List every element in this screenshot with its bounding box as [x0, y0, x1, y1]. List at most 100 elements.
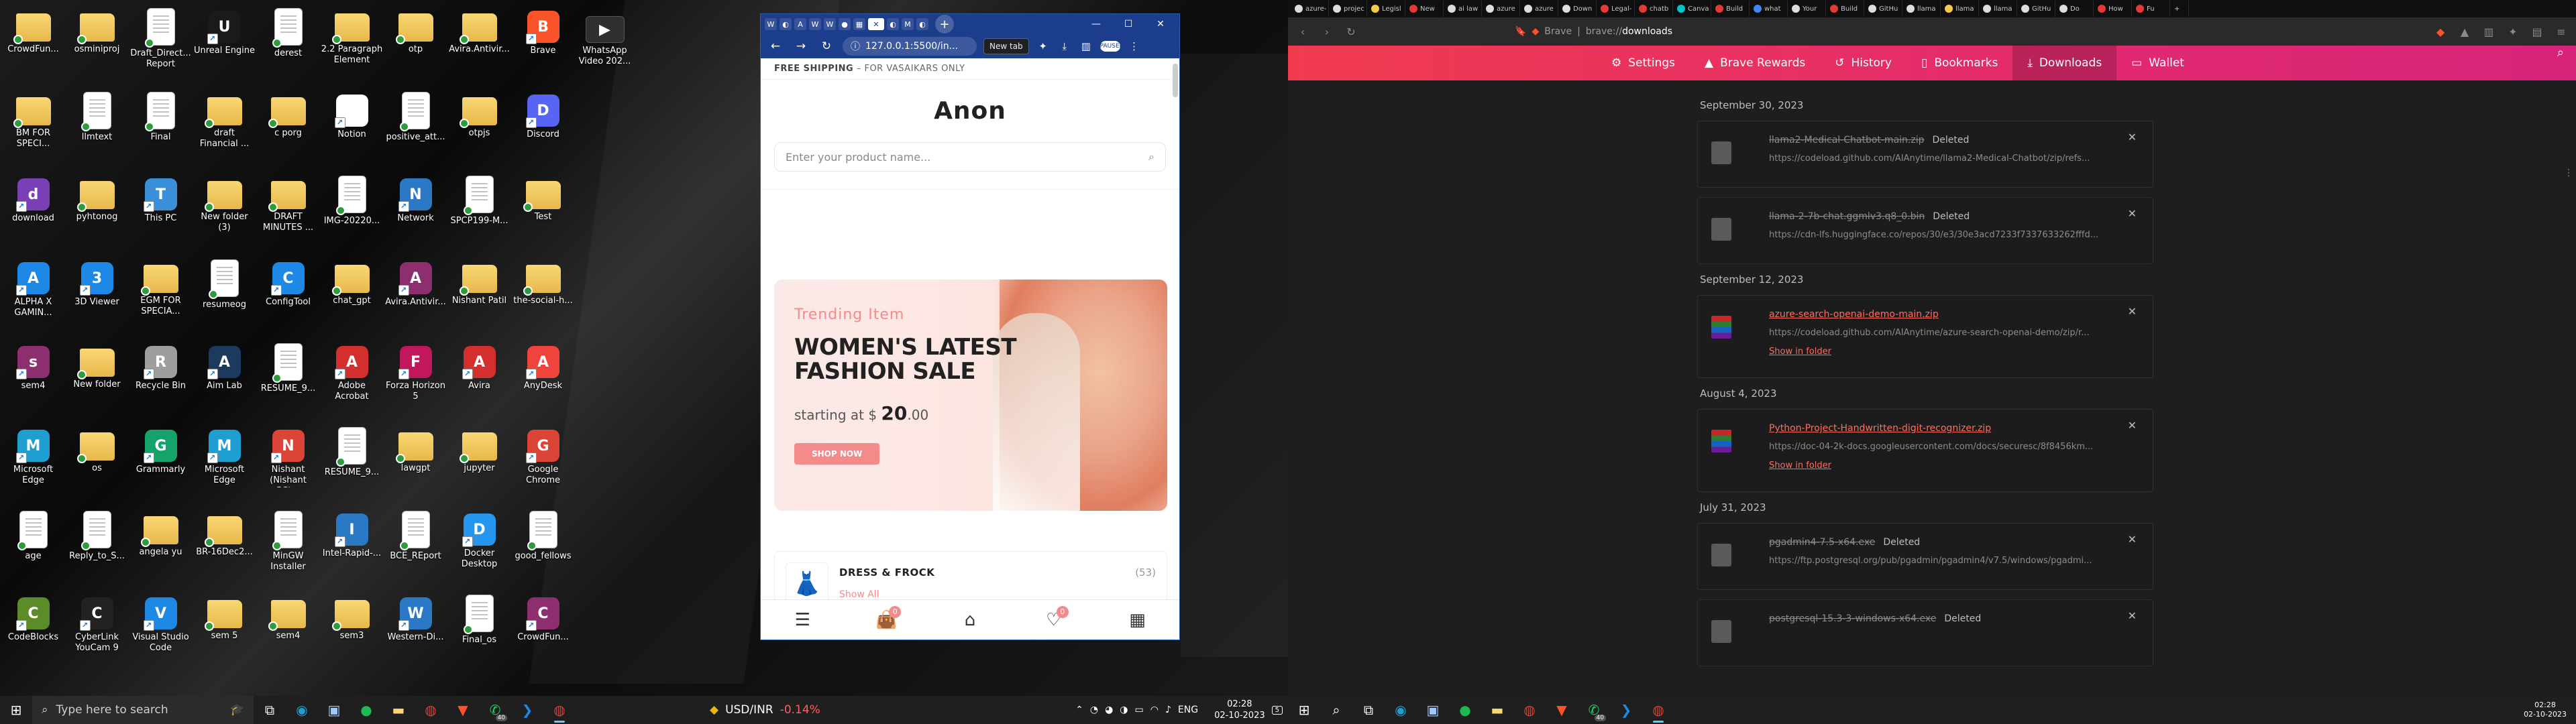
download-item[interactable]: pgadmin4-7.5-x64.exe Deleted https://ftp.p… [1697, 523, 2153, 590]
edge-icon[interactable]: ◉ [1385, 696, 1417, 724]
clock[interactable]: 02:28 02-10-2023 [1214, 699, 1265, 721]
menu-icon[interactable]: ≡ [2553, 25, 2569, 38]
browser-tab[interactable]: Build [1711, 1, 1750, 17]
desktop-icon[interactable]: M ↗ Microsoft Edge [1, 422, 65, 505]
edge-icon[interactable]: ◉ [286, 696, 318, 724]
desktop-icon[interactable]: A ↗ ALPHA X GAMIN... [1, 254, 65, 338]
desktop-icon[interactable]: RESUME_9... [320, 422, 384, 505]
sidebar-icon[interactable]: ▥ [2481, 25, 2497, 38]
download-item[interactable]: Python-Project-Handwritten-digit-recogni… [1697, 409, 2153, 492]
browser-window-small[interactable]: W ◐ A W W ● ▦ ✕ ◐ M ◐ + — ☐ ✕ ← → ↻ ⓘ 12… [760, 13, 1180, 640]
spotify-icon[interactable]: ● [1449, 696, 1481, 724]
chrome-window-icon[interactable]: ◍ [543, 696, 576, 724]
desktop-icon[interactable]: sem3 [320, 589, 384, 673]
grid-icon[interactable]: ▦ [1124, 610, 1151, 630]
whatsapp-icon[interactable]: ✆ 40 [1578, 696, 1610, 724]
close-icon[interactable]: ✕ [2128, 305, 2137, 318]
nav-item-bookmarks[interactable]: ▯ Bookmarks [1907, 46, 2012, 80]
tab-github3[interactable]: ◐ [916, 18, 928, 30]
url-field[interactable]: ⓘ 127.0.0.1:5500/in... [843, 37, 977, 56]
tray-app-icon[interactable]: ◔ [1090, 705, 1098, 715]
spotify-icon[interactable]: ● [350, 696, 382, 724]
desktop-icon[interactable]: IMG-20220... [320, 170, 384, 254]
search-icon[interactable]: ⌕ [1148, 150, 1155, 164]
menu-icon[interactable]: ☰ [789, 610, 816, 630]
language-indicator[interactable]: ENG [1178, 705, 1198, 715]
desktop-icon[interactable]: R ↗ Recycle Bin [129, 338, 193, 422]
desktop-icon[interactable]: A ↗ Avira.Antivir... [384, 254, 447, 338]
nav-item-settings[interactable]: ⚙ Settings [1597, 46, 1690, 80]
desktop-icon[interactable]: Avira.Antivir... [447, 3, 511, 86]
browser-tab[interactable]: Legisl [1367, 1, 1405, 17]
desktop-icon[interactable]: Draft_Direct... Report [129, 3, 193, 86]
desktop-icon[interactable]: resumeog [193, 254, 256, 338]
taskbar-search-input[interactable]: ⌕ Type here to search 🎓 [32, 696, 254, 724]
browser-tab[interactable]: llama [1902, 1, 1941, 17]
tab-gmail[interactable]: M [902, 18, 914, 30]
desktop-icon[interactable]: N↗Nishant (Nishant PC)... [256, 422, 320, 505]
show-all-link[interactable]: Show All [839, 589, 879, 600]
rewards-icon[interactable]: ▲ [2457, 25, 2473, 38]
store-logo[interactable]: Anon [761, 97, 1179, 125]
chrome-window-icon[interactable]: ◍ [1642, 696, 1674, 724]
tray-app-icon[interactable]: ◕ [1105, 705, 1113, 715]
desktop-icon[interactable]: BR-16Dec2... [193, 505, 256, 589]
desktop-icon[interactable]: Test [511, 170, 575, 254]
browser-tab[interactable]: Do [2055, 1, 2094, 17]
desktop-icon[interactable]: B ↗ Brave [511, 3, 575, 86]
vscode-icon[interactable]: ❯ [1610, 696, 1642, 724]
desktop-icon[interactable]: otp [384, 3, 447, 86]
chevron-up-icon[interactable]: ⌃ [1075, 705, 1083, 715]
desktop-icon[interactable]: lawgpt [384, 422, 447, 505]
browser-tab[interactable]: chatb [1635, 1, 1673, 17]
desktop-icon[interactable]: age [1, 505, 65, 589]
address-bar[interactable]: 🔖 ◆ Brave | brave://downloads [1515, 23, 2424, 40]
close-icon[interactable]: ✕ [2128, 609, 2137, 622]
download-item[interactable]: llama2-Medical-Chatbot-main.zip Deleted ht… [1697, 121, 2153, 188]
shop-now-button[interactable]: SHOP NOW [794, 443, 880, 465]
desktop-icon[interactable]: DRAFT MINUTES ... [256, 170, 320, 254]
download-item[interactable]: postgresql-15.3-3-windows-x64.exe Deleted… [1697, 599, 2153, 666]
vscode-icon[interactable]: ❯ [511, 696, 543, 724]
browser-tab[interactable]: azure- [1291, 1, 1329, 17]
desktop-icon[interactable]: A ↗ AnyDesk [511, 338, 575, 422]
browser-tab[interactable]: llama [1979, 1, 2017, 17]
volume-icon[interactable]: ♪ [1165, 705, 1171, 715]
tab-dot[interactable]: ● [839, 18, 851, 30]
desktop-icon[interactable]: T ↗ This PC [129, 170, 193, 254]
browser-tab[interactable]: ai law [1444, 1, 1482, 17]
notification-icon[interactable]: 5 [1271, 705, 1283, 715]
windows-start-icon[interactable]: ⊞ [1288, 696, 1320, 724]
scrollbar[interactable] [1173, 64, 1178, 97]
nav-item-wallet[interactable]: ▭ Wallet [2116, 46, 2199, 80]
brave-icon[interactable]: ▼ [447, 696, 479, 724]
desktop-icon[interactable]: CrowdFun... [1, 3, 65, 86]
desktop-icon[interactable]: C ↗ CodeBlocks [1, 589, 65, 673]
download-item[interactable]: azure-search-openai-demo-main.zip https:/… [1697, 295, 2153, 378]
wallet-icon[interactable]: ▤ [2529, 25, 2545, 38]
forward-icon[interactable]: › [1319, 25, 1335, 38]
desktop-icon[interactable]: jupyter [447, 422, 511, 505]
close-icon[interactable]: ✕ [2128, 207, 2137, 220]
nav-item-downloads[interactable]: ⤓ Downloads [2012, 46, 2117, 80]
browser-tab[interactable]: Fu [2132, 1, 2170, 17]
task-view-icon[interactable]: ⧉ [254, 696, 286, 724]
desktop-icon[interactable]: U ↗ Unreal Engine [193, 3, 256, 86]
desktop-icon[interactable]: Nishant Patil [447, 254, 511, 338]
download-filename[interactable]: azure-search-openai-demo-main.zip [1769, 309, 1939, 320]
store-icon[interactable]: ▣ [1417, 696, 1449, 724]
desktop-icon[interactable]: EGM FOR SPECIA... [129, 254, 193, 338]
desktop-icon[interactable]: C ↗ CrowdFun... [511, 589, 575, 673]
tray-app-icon[interactable]: ◑ [1120, 705, 1128, 715]
more-options-icon[interactable]: ⋮ [2564, 168, 2573, 188]
desktop-icon[interactable]: c porg [256, 86, 320, 170]
browser-tab[interactable]: New [1405, 1, 1444, 17]
maximize-icon[interactable]: ☐ [1114, 14, 1143, 34]
desktop-icon[interactable]: G ↗ Grammarly [129, 422, 193, 505]
whatsapp-icon[interactable]: ✆ 40 [479, 696, 511, 724]
desktop-icon[interactable]: RESUME_9... [256, 338, 320, 422]
desktop-icon-whatsapp-video[interactable]: ▶ WhatsApp Video 202... [573, 3, 637, 86]
extensions-icon[interactable]: ✦ [2505, 25, 2521, 38]
menu-icon[interactable]: ⋮ [1127, 40, 1142, 52]
browser-tab[interactable]: Down [1558, 1, 1597, 17]
